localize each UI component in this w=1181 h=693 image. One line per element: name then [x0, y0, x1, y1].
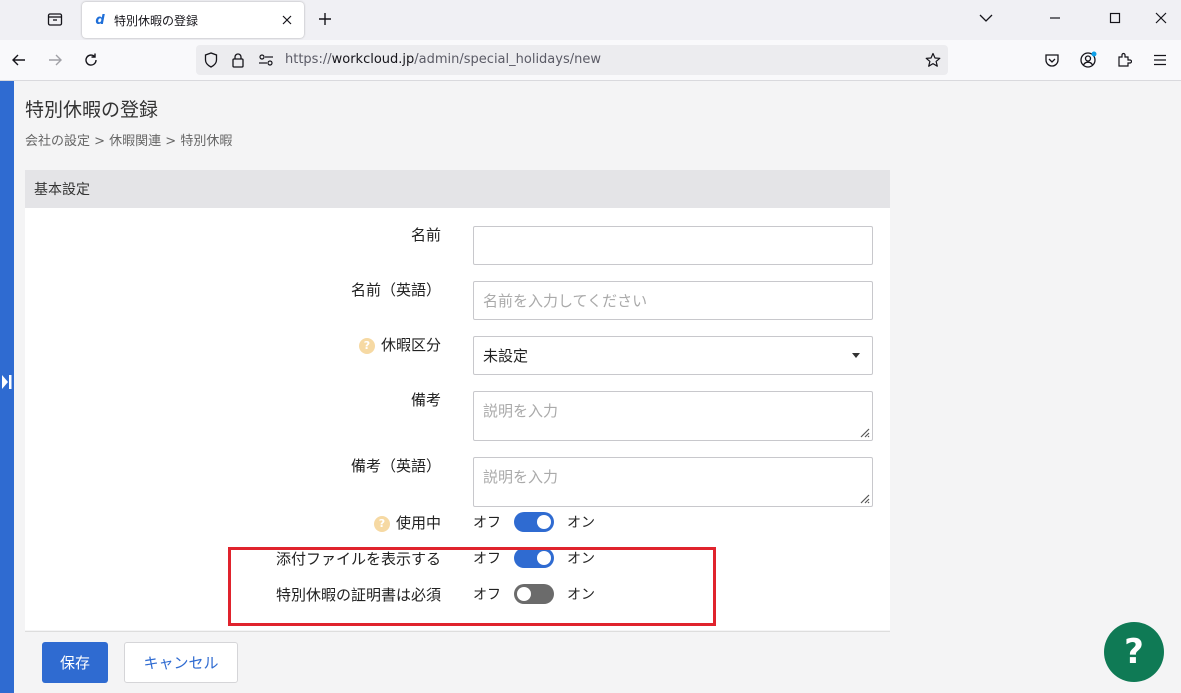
note-en-placeholder: 説明を入力 — [483, 468, 559, 486]
browser-tab-bar: d 特別休暇の登録 — [0, 0, 1181, 40]
close-window-icon[interactable] — [1147, 6, 1175, 30]
shield-icon[interactable] — [202, 51, 220, 69]
section-title: 基本設定 — [25, 170, 890, 208]
maximize-icon[interactable] — [1101, 6, 1129, 30]
chevron-down-icon[interactable] — [972, 6, 1000, 30]
close-tab-icon[interactable] — [278, 11, 296, 29]
site-favicon-icon: d — [95, 12, 105, 28]
highlight-box — [228, 547, 716, 626]
permissions-icon[interactable] — [257, 51, 275, 69]
note-placeholder: 説明を入力 — [483, 402, 559, 420]
tab-title: 特別休暇の登録 — [114, 13, 199, 28]
help-question-icon[interactable]: ? — [373, 516, 390, 532]
name-en-placeholder: 名前を入力してください — [483, 292, 648, 310]
tab-list-icon[interactable] — [44, 8, 66, 30]
url-bar[interactable]: https://workcloud.jp/admin/special_holid… — [196, 45, 948, 75]
dropdown-caret-icon — [852, 353, 860, 358]
menu-hamburger-icon[interactable] — [1150, 50, 1170, 70]
resize-handle-icon[interactable] — [858, 426, 870, 438]
note-label: 備考 — [410, 391, 441, 409]
back-arrow-icon[interactable] — [8, 49, 30, 71]
account-icon[interactable] — [1078, 50, 1098, 70]
extensions-icon[interactable] — [1114, 50, 1134, 70]
page-content: 特別休暇の登録 会社の設定 > 休暇関連 > 特別休暇 基本設定 名前 名前（英… — [0, 81, 1181, 693]
lock-icon[interactable] — [229, 51, 247, 69]
help-question-icon[interactable]: ? — [358, 338, 375, 354]
browser-tab-active[interactable]: d 特別休暇の登録 — [82, 2, 304, 38]
name-en-label: 名前（英語） — [350, 281, 441, 299]
pocket-icon[interactable] — [1042, 50, 1062, 70]
name-input[interactable] — [473, 226, 873, 265]
breadcrumb[interactable]: 会社の設定 > 休暇関連 > 特別休暇 — [25, 130, 232, 149]
switch-knob — [537, 515, 551, 529]
minimize-icon[interactable] — [1041, 6, 1069, 30]
bookmark-star-icon[interactable] — [924, 51, 942, 69]
active-switch[interactable] — [514, 512, 554, 532]
reload-icon[interactable] — [80, 49, 102, 71]
resize-handle-icon[interactable] — [858, 492, 870, 504]
browser-nav-bar: https://workcloud.jp/admin/special_holid… — [0, 40, 1181, 81]
category-select[interactable]: 未設定 — [473, 336, 873, 375]
new-tab-icon[interactable] — [314, 8, 336, 30]
toggle-on-label: オン — [567, 515, 595, 531]
active-toggle-row: オフ オン — [473, 512, 595, 532]
forward-arrow-icon[interactable] — [44, 49, 66, 71]
url-text[interactable]: https://workcloud.jp/admin/special_holid… — [285, 52, 601, 67]
page-title: 特別休暇の登録 — [25, 99, 159, 121]
sidebar-expand-icon[interactable] — [0, 369, 14, 395]
note-en-label: 備考（英語） — [350, 457, 441, 475]
toggle-off-label: オフ — [473, 515, 501, 531]
form-footer: 保存 キャンセル — [25, 631, 890, 693]
note-en-textarea[interactable]: 説明を入力 — [473, 457, 873, 507]
name-label: 名前 — [410, 226, 441, 244]
cancel-button[interactable]: キャンセル — [124, 642, 238, 683]
category-label: ? 休暇区分 — [358, 334, 441, 355]
active-toggle-label: ? 使用中 — [373, 512, 441, 533]
note-textarea[interactable]: 説明を入力 — [473, 391, 873, 441]
name-en-input[interactable]: 名前を入力してください — [473, 281, 873, 320]
help-fab-button[interactable]: ? — [1104, 622, 1164, 682]
save-button[interactable]: 保存 — [42, 642, 108, 683]
